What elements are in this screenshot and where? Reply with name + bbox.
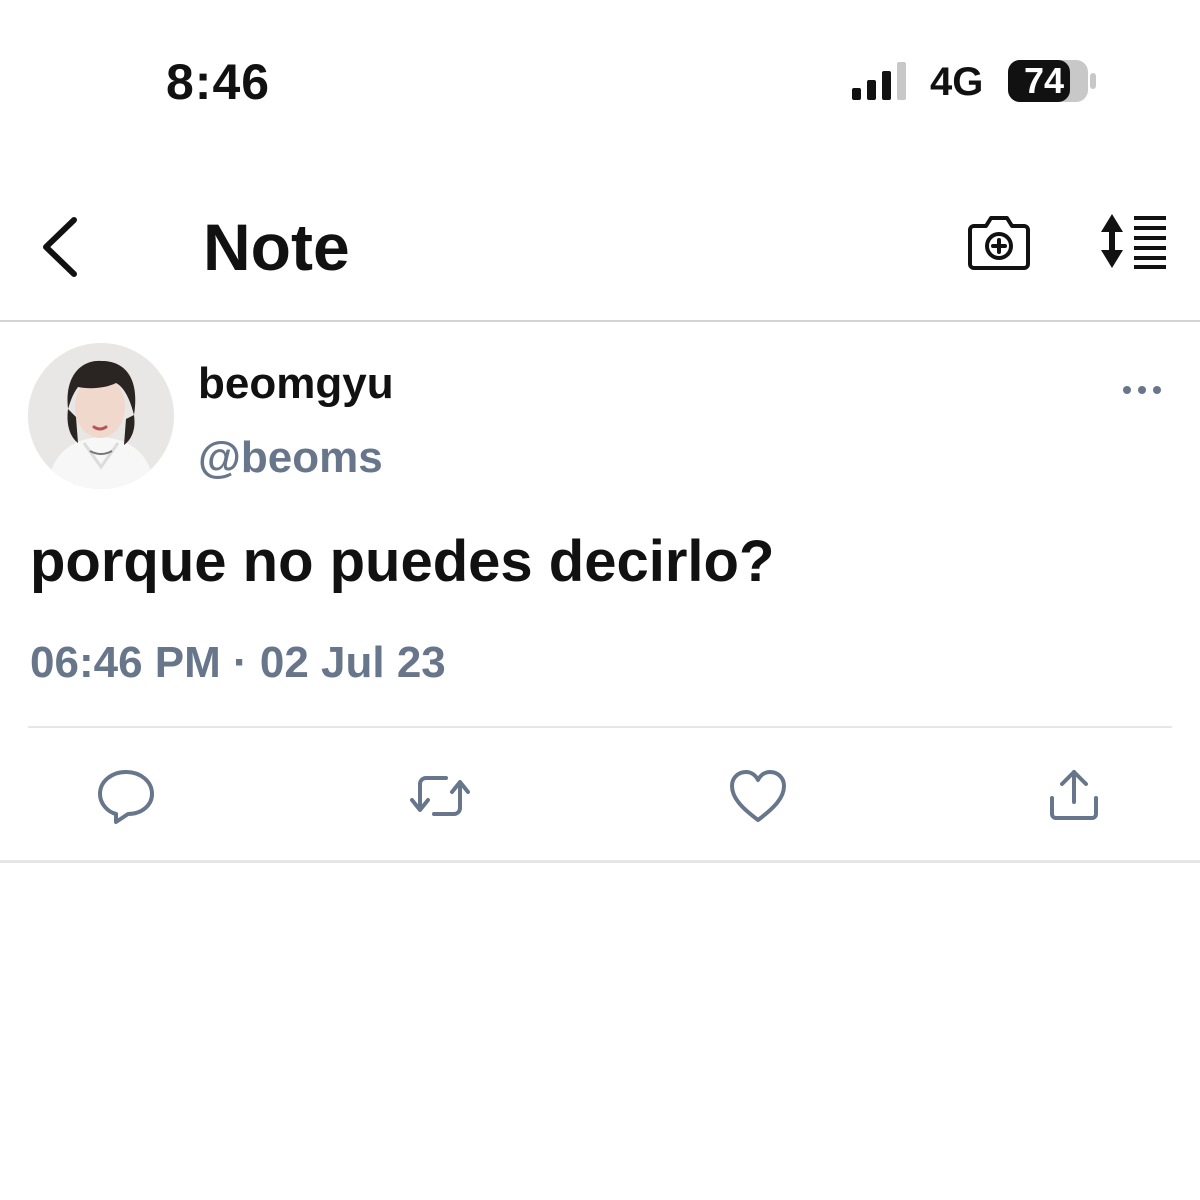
more-options-icon[interactable] [1122, 382, 1162, 398]
avatar[interactable] [28, 343, 174, 489]
reply-icon[interactable] [96, 768, 156, 824]
signal-icon [852, 62, 906, 100]
status-time: 8:46 [166, 54, 271, 110]
like-icon[interactable] [728, 768, 788, 824]
camera-plus-icon[interactable] [968, 212, 1030, 272]
page-title: Note [203, 210, 350, 284]
display-name[interactable]: beomgyu [198, 358, 394, 410]
back-chevron-icon[interactable] [36, 212, 86, 282]
share-icon[interactable] [1044, 766, 1104, 822]
content-divider [28, 726, 1172, 728]
header-divider [0, 320, 1200, 322]
network-label: 4G [930, 60, 984, 104]
bottom-divider [0, 860, 1200, 863]
user-handle[interactable]: @beoms [198, 432, 383, 484]
retweet-icon[interactable] [410, 768, 470, 824]
tweet-timestamp: 06:46 PM · 02 Jul 23 [30, 638, 446, 687]
sort-arrows-icon[interactable] [1098, 212, 1168, 270]
tweet-text: porque no puedes decirlo? [30, 529, 775, 594]
avatar-photo [28, 343, 174, 489]
battery-level: 74 [1023, 60, 1065, 101]
